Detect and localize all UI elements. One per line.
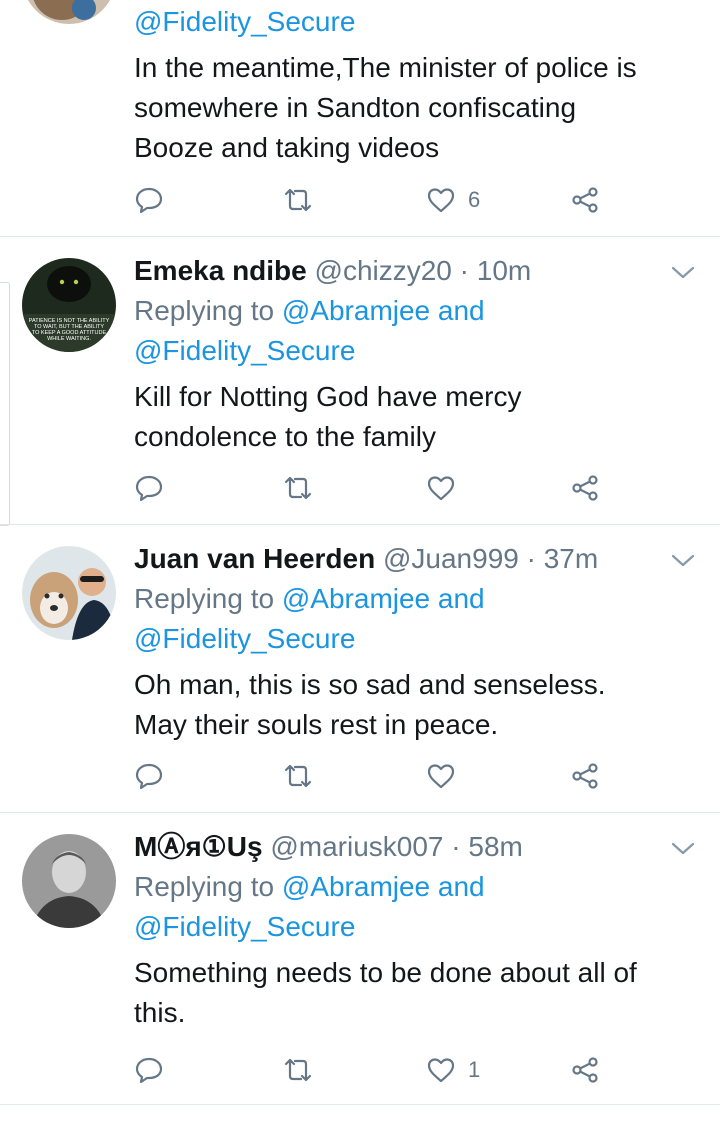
share-button[interactable] [570,756,600,796]
mention-link[interactable]: @Abramjee and [282,295,485,326]
tweet-text-line: this. [134,997,186,1028]
avatar[interactable] [22,834,116,928]
mention-link[interactable]: @Abramjee and [282,871,485,902]
like-button[interactable] [426,468,468,508]
reply-mention[interactable]: @Fidelity_Secure [134,2,694,42]
reply-button[interactable] [134,180,164,220]
replying-to: @Fidelity_Secure [134,331,694,371]
share-button[interactable] [570,180,600,220]
tweet-actions [134,468,614,508]
retweet-button[interactable] [282,468,314,508]
tweet-text-line: Kill for Notting God have mercy [134,381,522,412]
heart-icon [427,764,455,789]
tweet-text-line: condolence to the family [134,421,436,452]
heart-icon [427,188,455,213]
tweet[interactable]: Juan van Heerden @Juan999 · 37m Replying… [0,525,720,812]
tweet[interactable]: PATIENCE IS NOT THE ABILITY TO WAIT, BUT… [0,237,720,524]
like-button[interactable]: 6 [426,180,480,220]
retweet-icon [284,764,312,788]
retweet-icon [284,188,312,212]
heart-icon [427,1058,455,1083]
tweet-header: MⒶя①Uş @mariusk007 · 58m [134,827,694,867]
tweet-actions: 1 [134,1050,614,1090]
tweet-header: Emeka ndibe @chizzy20 · 10m [134,251,694,291]
reply-icon [135,1057,163,1084]
like-button[interactable]: 1 [426,1050,480,1090]
tweet-text-line: Booze and taking videos [134,132,440,163]
share-icon [572,1057,598,1083]
chevron-down-icon[interactable] [668,263,698,283]
like-button[interactable] [426,756,468,796]
retweet-icon [284,1058,312,1082]
display-name[interactable]: Juan van Heerden [134,543,375,574]
reply-button[interactable] [134,468,164,508]
tweet-actions: 6 [134,180,614,220]
retweet-button[interactable] [282,180,314,220]
chevron-down-icon[interactable] [668,839,698,859]
retweet-icon [284,476,312,500]
mention-link[interactable]: @Fidelity_Secure [134,335,355,366]
replying-to-label: Replying to [134,583,282,614]
tweet-text: Something needs to be done about all of … [134,953,694,1033]
tweet-text: Kill for Notting God have mercy condolen… [134,377,694,457]
tweet-text: In the meantime,The minister of police i… [134,48,694,168]
handle-time[interactable]: @mariusk007 · 58m [270,831,523,862]
display-name[interactable]: MⒶя①Uş [134,831,263,862]
handle-time[interactable]: @Juan999 · 37m [383,543,598,574]
tweet-text-line: May their souls rest in peace. [134,709,499,740]
share-icon [572,187,598,213]
like-count: 6 [468,187,481,212]
tweet-text: Oh man, this is so sad and senseless. Ma… [134,665,694,745]
mention-link[interactable]: @Fidelity_Secure [134,623,355,654]
reply-icon [135,475,163,502]
avatar[interactable] [22,0,116,24]
chevron-down-icon[interactable] [668,551,698,571]
share-icon [572,475,598,501]
tweet-text-line: Something needs to be done about all of [134,957,637,988]
tweet-header: Juan van Heerden @Juan999 · 37m [134,539,694,579]
heart-icon [427,476,455,501]
share-button[interactable] [570,468,600,508]
retweet-button[interactable] [282,756,314,796]
reply-button[interactable] [134,1050,164,1090]
mention-link[interactable]: @Fidelity_Secure [134,911,355,942]
handle-time[interactable]: @chizzy20 · 10m [315,255,532,286]
tweet-text-line: In the meantime,The minister of police i… [134,52,637,83]
replying-to: @Fidelity_Secure [134,619,694,659]
tweet-text-line: Oh man, this is so sad and senseless. [134,669,606,700]
replying-to: @Fidelity_Secure [134,907,694,947]
tweet[interactable]: @Fidelity_Secure In the meantime,The min… [0,0,720,236]
retweet-button[interactable] [282,1050,314,1090]
display-name[interactable]: Emeka ndibe [134,255,307,286]
tweet-text-line: somewhere in Sandton confiscating [134,92,577,123]
like-count: 1 [468,1057,481,1082]
tweet-divider [0,1104,720,1105]
mention-link[interactable]: @Abramjee and [282,583,485,614]
reply-icon [135,763,163,790]
avatar[interactable] [22,546,116,640]
avatar-caption: WHILE WAITING. [47,336,91,342]
replying-to-label: Replying to [134,295,282,326]
tweet[interactable]: MⒶя①Uş @mariusk007 · 58m Replying to @Ab… [0,813,720,1103]
replying-to: Replying to @Abramjee and [134,291,694,331]
reply-button[interactable] [134,756,164,796]
avatar[interactable]: PATIENCE IS NOT THE ABILITY TO WAIT, BUT… [22,258,116,352]
tweet-actions [134,756,614,796]
replying-to: Replying to @Abramjee and [134,579,694,619]
replying-to: Replying to @Abramjee and [134,867,694,907]
replying-to-label: Replying to [134,871,282,902]
share-icon [572,763,598,789]
reply-icon [135,187,163,214]
share-button[interactable] [570,1050,600,1090]
